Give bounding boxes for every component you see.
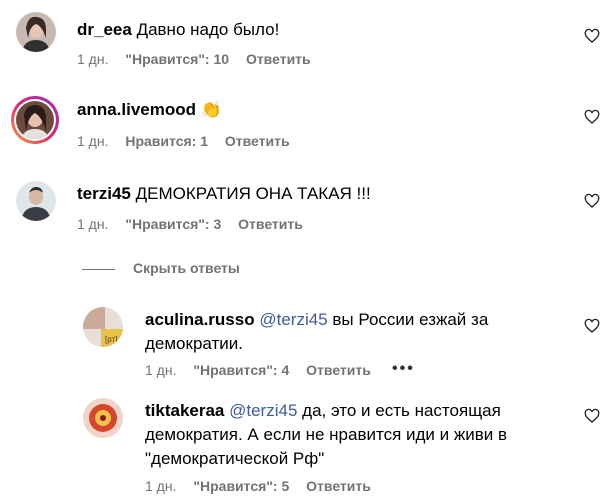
reply-text: да, это и есть настоящая xyxy=(302,401,501,420)
heart-icon[interactable] xyxy=(584,193,600,209)
divider-line xyxy=(82,268,115,270)
heart-icon[interactable] xyxy=(584,109,600,125)
comment-text: ДЕМОКРАТИЯ ОНА ТАКАЯ !!! xyxy=(135,184,371,203)
avatar[interactable] xyxy=(11,96,59,144)
reply-button[interactable]: Ответить xyxy=(246,51,311,67)
comment-timestamp[interactable]: 1 дн. xyxy=(77,51,108,67)
reply-text-continued: "демократической Рф" xyxy=(145,449,325,468)
like-count[interactable]: "Нравится": 5 xyxy=(193,478,289,494)
heart-icon[interactable] xyxy=(584,28,600,44)
reply-username[interactable]: tiktakeraa xyxy=(145,401,224,420)
reply-button[interactable]: Ответить xyxy=(306,362,371,378)
reply-timestamp[interactable]: 1 дн. xyxy=(145,362,176,378)
mention-link[interactable]: @terzi45 xyxy=(259,310,327,329)
reply-button[interactable]: Ответить xyxy=(238,216,303,232)
hide-replies-button[interactable]: Скрыть ответы xyxy=(82,260,240,276)
more-options-icon[interactable]: ••• xyxy=(392,360,415,378)
reply-button[interactable]: Ответить xyxy=(306,478,371,494)
comment-timestamp[interactable]: 1 дн. xyxy=(77,216,108,232)
reply-timestamp[interactable]: 1 дн. xyxy=(145,478,176,494)
hide-replies-label: Скрыть ответы xyxy=(133,260,240,276)
like-count[interactable]: Нравится: 1 xyxy=(125,133,208,149)
like-count[interactable]: "Нравится": 10 xyxy=(125,51,229,67)
avatar-sticker-text: [рт] xyxy=(105,335,117,344)
reply-username[interactable]: aculina.russo xyxy=(145,310,255,329)
reply-text-continued: демократия. А если не нравится иди и жив… xyxy=(145,425,507,444)
like-count[interactable]: "Нравится": 3 xyxy=(125,216,221,232)
avatar[interactable] xyxy=(16,181,56,221)
heart-icon[interactable] xyxy=(584,318,600,334)
comment-username[interactable]: terzi45 xyxy=(77,184,131,203)
comment-text: Давно надо было! xyxy=(136,20,280,39)
heart-icon[interactable] xyxy=(584,408,600,424)
comment-timestamp[interactable]: 1 дн. xyxy=(77,133,108,149)
comment-username[interactable]: anna.livemood xyxy=(77,100,196,119)
like-count[interactable]: "Нравится": 4 xyxy=(193,362,289,378)
reply-text-continued: демократии. xyxy=(145,334,243,353)
reply-button[interactable]: Ответить xyxy=(225,133,290,149)
comment-username[interactable]: dr_eea xyxy=(77,20,132,39)
clapping-hands-emoji: 👏 xyxy=(200,100,222,119)
mention-link[interactable]: @terzi45 xyxy=(229,401,297,420)
avatar[interactable] xyxy=(16,12,56,52)
avatar[interactable] xyxy=(83,398,123,438)
reply-text: вы России езжай за xyxy=(332,310,489,329)
avatar[interactable]: [рт] xyxy=(83,307,123,347)
